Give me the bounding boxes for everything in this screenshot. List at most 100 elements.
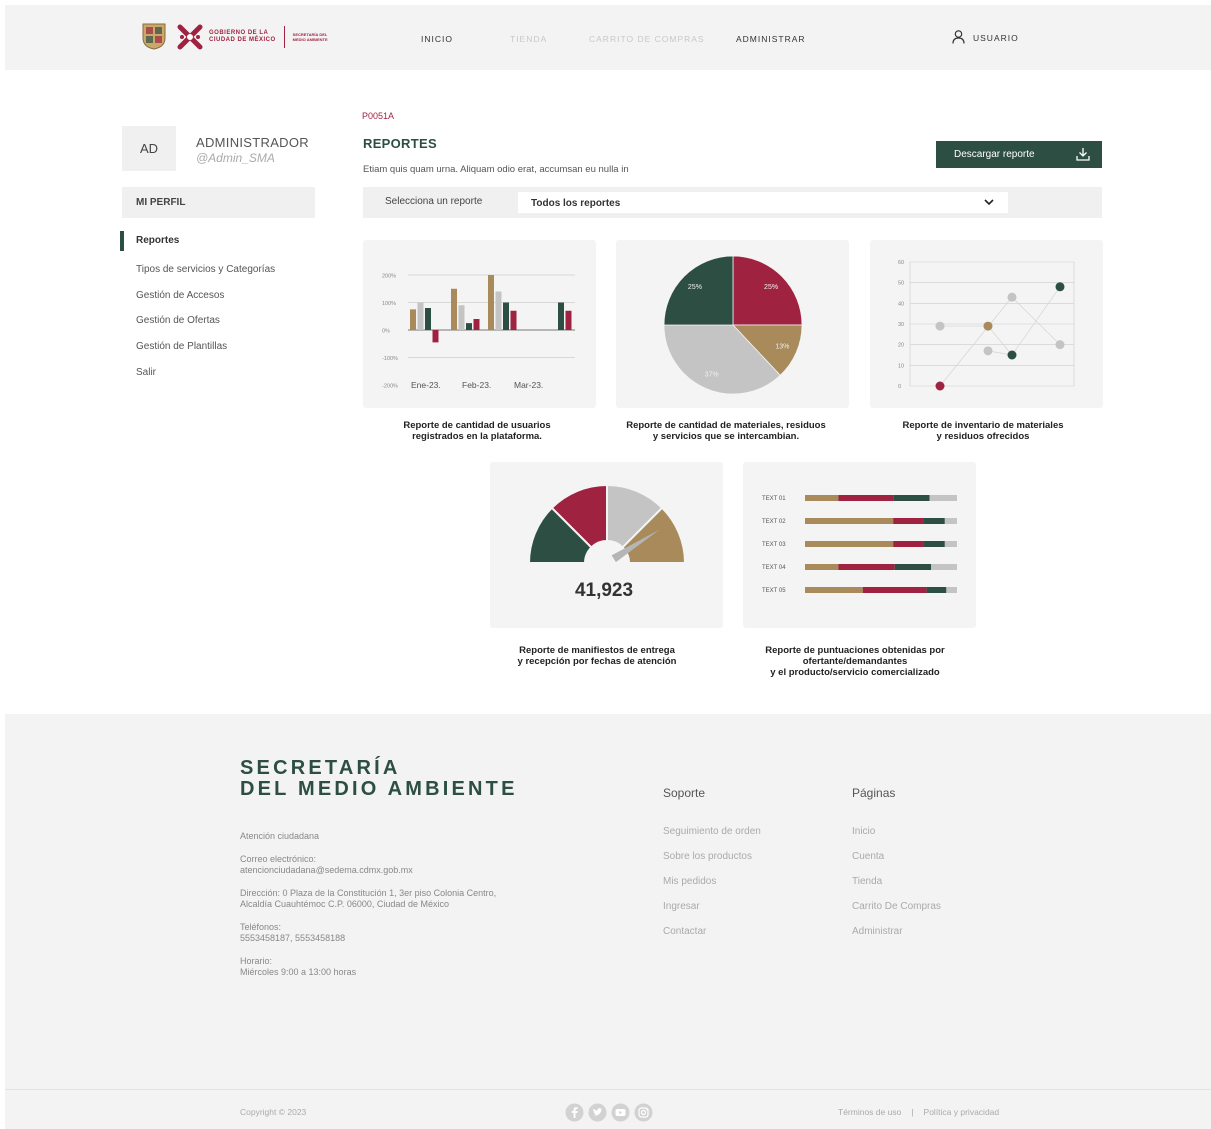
footer-link-seguimiento[interactable]: Seguimiento de orden: [663, 826, 761, 837]
instagram-icon[interactable]: [634, 1103, 653, 1127]
download-icon: [1076, 147, 1090, 164]
twitter-icon[interactable]: [588, 1103, 607, 1127]
caption-ratings: Reporte de puntuaciones obtenidas por ofe…: [765, 645, 945, 678]
scatter-point: [983, 346, 993, 356]
stacked-bar-segment: [893, 518, 924, 524]
materials-pie-chart: 25% 13% 37% 25%: [663, 255, 803, 395]
stacked-bar-segment: [805, 518, 894, 524]
nav-administrar[interactable]: ADMINISTRAR: [736, 34, 806, 44]
footer-link-pedidos[interactable]: Mis pedidos: [663, 876, 716, 887]
footer-brand: SECRETARÍA DEL MEDIO AMBIENTE: [240, 757, 518, 800]
stacked-bar-segment: [893, 495, 930, 501]
ratings-chart-card[interactable]: TEXT 01 TEXT 02 TEXT 03 TEXT 04 TEXT 05: [743, 462, 976, 628]
terms-link[interactable]: Términos de uso: [838, 1107, 901, 1117]
stacked-bar-segment: [838, 564, 895, 570]
youtube-icon[interactable]: [611, 1103, 630, 1127]
x-tick-label: Ene-23.: [411, 380, 441, 390]
my-profile-button[interactable]: MI PERFIL: [122, 187, 315, 218]
pie-slice-label: 25%: [688, 284, 702, 291]
stacked-bar-segment: [805, 495, 839, 501]
profile-handle: @Admin_SMA: [196, 151, 275, 165]
y-tick-label: -200%: [382, 384, 398, 390]
footer-link-carrito[interactable]: Carrito De Compras: [852, 901, 941, 912]
footer-divider: [5, 1089, 1211, 1090]
sidebar-item-tipos-servicios[interactable]: Tipos de servicios y Categorías: [120, 261, 320, 287]
category-label: TEXT 01: [762, 496, 786, 502]
stacked-bar-segment: [923, 518, 945, 524]
nav-carrito[interactable]: CARRITO DE COMPRAS: [589, 34, 705, 44]
bar: [425, 308, 431, 330]
footer-link-administrar[interactable]: Administrar: [852, 926, 903, 937]
y-tick-label: 30: [898, 322, 904, 328]
bar: [458, 305, 465, 330]
bar: [432, 330, 439, 343]
inventory-scatter-chart: 60 50 40 30 20 10 0: [898, 260, 1075, 391]
materials-chart-card[interactable]: 25% 13% 37% 25%: [616, 240, 849, 408]
footer-attention: Atención ciudadana: [240, 831, 320, 841]
y-tick-label: 20: [898, 343, 904, 349]
header-logos[interactable]: GOBIERNO DE LA CIUDAD DE MÉXICO SECRETAR…: [141, 22, 328, 52]
y-tick-label: 60: [898, 260, 904, 266]
scatter-point: [1055, 340, 1065, 350]
stacked-bar-segment: [929, 495, 957, 501]
legal-separator: |: [911, 1107, 914, 1117]
footer-link-ingresar[interactable]: Ingresar: [663, 901, 700, 912]
y-tick-label: 50: [898, 281, 904, 287]
gauge-value-label: 41,923: [575, 580, 633, 601]
bar: [558, 302, 564, 330]
page-code: P0051A: [362, 111, 395, 121]
sidebar-item-gestion-ofertas[interactable]: Gestión de Ofertas: [120, 312, 320, 338]
caption-inventory: Reporte de inventario de materiales y res…: [902, 420, 1064, 442]
y-tick-label: 40: [898, 301, 904, 307]
inventory-chart-card[interactable]: 60 50 40 30 20 10 0: [870, 240, 1103, 408]
stacked-bar-segment: [838, 495, 894, 501]
report-select-value: Todos los reportes: [531, 198, 621, 209]
footer-address: Dirección: 0 Plaza de la Constitución 1,…: [240, 888, 497, 909]
page-description: Etiam quis quam urna. Aliquam odio erat,…: [363, 164, 629, 175]
secretaria-logo-text: SECRETARÍA DEL MEDIO AMBIENTE: [292, 32, 328, 42]
nav-inicio[interactable]: INICIO: [421, 34, 453, 44]
bar: [565, 310, 572, 330]
footer-link-tienda[interactable]: Tienda: [852, 876, 882, 887]
scatter-point: [1007, 350, 1017, 360]
bar: [451, 288, 457, 330]
y-tick-label: 0%: [382, 329, 390, 335]
report-select[interactable]: Todos los reportes: [518, 192, 1008, 213]
sidebar-item-gestion-accesos[interactable]: Gestión de Accesos: [120, 287, 320, 313]
facebook-icon[interactable]: [565, 1103, 584, 1127]
legal-links: Términos de uso | Política y privacidad: [838, 1107, 999, 1117]
footer-phones: Teléfonos: 5553458187, 5553458188: [240, 922, 346, 943]
filter-label: Selecciona un reporte: [385, 196, 483, 207]
scatter-point: [1055, 282, 1065, 292]
stacked-bar-segment: [805, 564, 839, 570]
footer: [5, 714, 1211, 1129]
y-tick-label: 0: [898, 384, 901, 390]
manifests-chart-card[interactable]: 41,923: [490, 462, 723, 628]
bar: [495, 291, 502, 330]
users-chart-card[interactable]: 200% 100% 0% -100% -200% Ene-23. Feb-23. Mar-23…: [363, 240, 596, 408]
user-icon: [952, 30, 965, 46]
privacy-link[interactable]: Política y privacidad: [924, 1107, 1000, 1117]
footer-link-inicio[interactable]: Inicio: [852, 826, 875, 837]
footer-link-contactar[interactable]: Contactar: [663, 926, 706, 937]
sidebar-item-gestion-plantillas[interactable]: Gestión de Plantillas: [120, 338, 320, 364]
footer-support-title: Soporte: [663, 786, 706, 800]
user-menu[interactable]: USUARIO: [952, 30, 1019, 46]
nav-tienda[interactable]: TIENDA: [510, 34, 547, 44]
category-label: TEXT 02: [762, 519, 786, 525]
footer-link-cuenta[interactable]: Cuenta: [852, 851, 884, 862]
y-tick-label: 200%: [382, 274, 396, 280]
bar: [410, 309, 416, 330]
scatter-point: [935, 321, 945, 331]
sidebar-item-reportes[interactable]: Reportes: [120, 231, 320, 261]
stacked-bar-segment: [893, 541, 924, 547]
stacked-bar-segment: [862, 587, 927, 593]
stacked-bar-segment: [946, 587, 957, 593]
download-report-button[interactable]: Descargar reporte: [936, 141, 1102, 168]
scatter-point: [1007, 292, 1017, 302]
sidebar-item-salir[interactable]: Salir: [120, 364, 320, 390]
footer-link-productos[interactable]: Sobre los productos: [663, 851, 752, 862]
bar: [488, 275, 494, 330]
footer-schedule: Horario: Miércoles 9:00 a 13:00 horas: [240, 956, 357, 977]
scatter-point: [935, 381, 945, 391]
